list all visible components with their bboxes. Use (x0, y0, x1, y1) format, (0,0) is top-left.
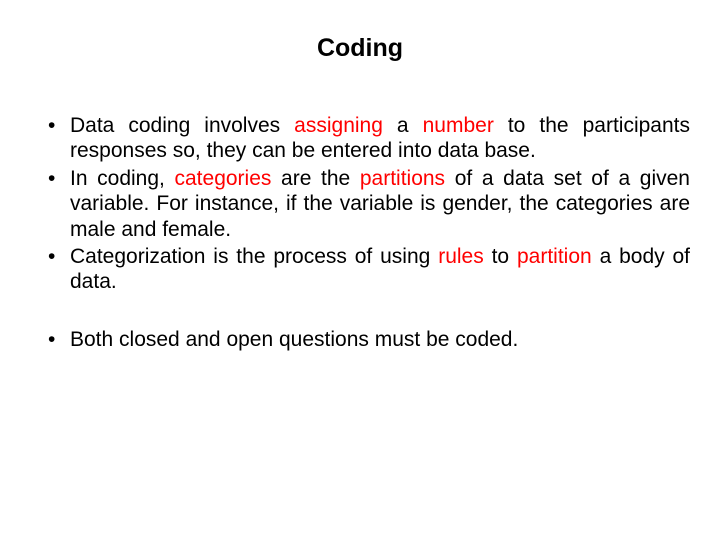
highlight: number (423, 114, 494, 137)
highlight: categories (175, 167, 272, 190)
list-item: Categorization is the process of using r… (42, 244, 690, 295)
text: a (383, 114, 423, 137)
spacer (30, 297, 690, 327)
text: Categorization is the process of using (70, 245, 438, 268)
text: Data coding involves (70, 114, 294, 137)
list-item: Both closed and open questions must be c… (42, 327, 690, 352)
highlight: partitions (360, 167, 445, 190)
text: In coding, (70, 167, 175, 190)
text: Both closed and open questions must be c… (70, 328, 518, 351)
highlight: rules (438, 245, 484, 268)
slide: Coding Data coding involves assigning a … (0, 0, 720, 540)
slide-title: Coding (30, 34, 690, 63)
bullet-list-secondary: Both closed and open questions must be c… (30, 327, 690, 352)
list-item: In coding, categories are the partitions… (42, 166, 690, 242)
text: are the (271, 167, 359, 190)
highlight: partition (517, 245, 592, 268)
text: to (484, 245, 517, 268)
bullet-list-main: Data coding involves assigning a number … (30, 113, 690, 295)
highlight: assigning (294, 114, 383, 137)
list-item: Data coding involves assigning a number … (42, 113, 690, 164)
